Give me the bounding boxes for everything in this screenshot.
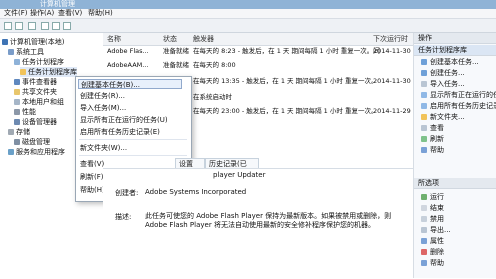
stop-icon bbox=[421, 205, 427, 211]
context-help[interactable]: 帮助(H) bbox=[80, 185, 105, 195]
context-create-basic-task[interactable]: 创建基本任务(B)... bbox=[78, 79, 182, 89]
refresh-icon bbox=[421, 136, 427, 142]
up-button[interactable] bbox=[28, 22, 36, 30]
context-view[interactable]: 查看(V) bbox=[80, 159, 104, 169]
menu-action[interactable]: 操作(A) bbox=[30, 9, 54, 18]
tree-item-system-tools[interactable]: 系统工具 bbox=[8, 47, 44, 57]
context-import-task[interactable]: 导入任务(M)... bbox=[80, 103, 126, 113]
menu-file[interactable]: 文件(F) bbox=[4, 9, 28, 18]
context-separator bbox=[79, 139, 187, 140]
tree-item-task-scheduler[interactable]: 任务计划程序 bbox=[14, 57, 64, 67]
disable-icon bbox=[421, 216, 427, 222]
tree-item-task-scheduler-library[interactable]: 任务计划程序库 bbox=[20, 67, 77, 77]
action-end[interactable]: 结束 bbox=[421, 203, 444, 213]
tree-item-users-groups[interactable]: 本地用户和组 bbox=[14, 97, 64, 107]
delete-icon bbox=[421, 249, 427, 255]
action-view[interactable]: 查看 bbox=[421, 123, 444, 133]
description-label: 描述: bbox=[115, 213, 132, 221]
column-header-trigger[interactable]: 触发器 bbox=[193, 33, 214, 45]
action-delete[interactable]: 删除 bbox=[421, 247, 444, 257]
tree-item-device-manager[interactable]: 设备管理器 bbox=[14, 117, 57, 127]
column-header-name[interactable]: 名称 bbox=[107, 33, 121, 45]
play-icon bbox=[421, 194, 427, 200]
back-button[interactable] bbox=[4, 22, 12, 30]
creator-value: Adobe Systems Incorporated bbox=[145, 188, 247, 196]
task-icon bbox=[421, 59, 427, 65]
menu-bar: 文件(F) 操作(A) 查看(V) 帮助(H) bbox=[0, 9, 496, 19]
toolbar bbox=[0, 19, 496, 33]
title-bar: 计算机管理 bbox=[0, 0, 496, 9]
tree-item-shared-folders[interactable]: 共享文件夹 bbox=[14, 87, 57, 97]
task-name-value: player Updater bbox=[213, 171, 266, 179]
actions-section-header: 任务计划程序库 bbox=[414, 45, 496, 56]
help-icon bbox=[421, 260, 427, 266]
forward-button[interactable] bbox=[15, 22, 23, 30]
task-icon bbox=[421, 70, 427, 76]
tab-settings[interactable]: 设置 bbox=[175, 158, 205, 168]
selected-item-header: 所选项 bbox=[414, 178, 496, 189]
task-detail-pane: player Updater 创建者: Adobe Systems Incorp… bbox=[103, 168, 413, 279]
description-text: 此任务可使您的 Adobe Flash Player 保持为最新版本。如果被禁用… bbox=[145, 212, 392, 229]
creator-label: 创建者: bbox=[115, 189, 139, 197]
export-icon bbox=[421, 227, 427, 233]
column-header-status[interactable]: 状态 bbox=[163, 33, 177, 45]
action-help[interactable]: 帮助 bbox=[421, 145, 444, 155]
actions-pane: 操作 任务计划程序库 创建基本任务... 创建任务... 导入任务... 显示所… bbox=[413, 33, 496, 278]
tree-item-disk-management[interactable]: 磁盘管理 bbox=[14, 137, 50, 147]
context-separator bbox=[79, 155, 187, 156]
actions-header: 操作 bbox=[414, 33, 496, 44]
tree-item-services-apps[interactable]: 服务和应用程序 bbox=[8, 147, 65, 157]
action-import[interactable]: 导入任务... bbox=[421, 79, 465, 89]
action-properties[interactable]: 属性 bbox=[421, 236, 444, 246]
folder-icon bbox=[421, 114, 427, 120]
help-button[interactable] bbox=[52, 22, 60, 30]
context-create-task[interactable]: 创建任务(R)... bbox=[80, 91, 125, 101]
menu-help[interactable]: 帮助(H) bbox=[88, 9, 113, 18]
show-hide-tree-button[interactable] bbox=[41, 22, 49, 30]
action-create-basic[interactable]: 创建基本任务... bbox=[421, 57, 479, 67]
action-help-selected[interactable]: 帮助 bbox=[421, 258, 444, 268]
action-enable-history[interactable]: 启用所有任务历史记录 bbox=[421, 101, 496, 111]
action-refresh[interactable]: 刷新 bbox=[421, 134, 444, 144]
tree-item-performance[interactable]: 性能 bbox=[14, 107, 36, 117]
tree-item-storage[interactable]: 存储 bbox=[8, 127, 30, 137]
action-disable[interactable]: 禁用 bbox=[421, 214, 444, 224]
menu-view[interactable]: 查看(V) bbox=[58, 9, 82, 18]
action-new-folder[interactable]: 新文件夹... bbox=[421, 112, 465, 122]
list-icon bbox=[421, 92, 427, 98]
import-icon bbox=[421, 81, 427, 87]
properties-icon bbox=[421, 238, 427, 244]
action-show-running[interactable]: 显示所有正在运行的任务 bbox=[421, 90, 496, 100]
context-show-running[interactable]: 显示所有正在运行的任务(U) bbox=[80, 115, 168, 125]
help-icon bbox=[421, 147, 427, 153]
view-icon bbox=[421, 125, 427, 131]
table-header: 名称 状态 触发器 下次运行时间 bbox=[103, 33, 413, 55]
context-new-folder[interactable]: 新文件夹(W)... bbox=[80, 143, 127, 153]
view-button[interactable] bbox=[63, 22, 71, 30]
action-export[interactable]: 导出... bbox=[421, 225, 451, 235]
context-refresh[interactable]: 刷新(F) bbox=[80, 172, 104, 182]
tree-item-event-viewer[interactable]: 事件查看器 bbox=[14, 77, 57, 87]
window-title: 计算机管理 bbox=[40, 0, 75, 8]
action-run[interactable]: 运行 bbox=[421, 192, 444, 202]
history-icon bbox=[421, 103, 427, 109]
action-create-task[interactable]: 创建任务... bbox=[421, 68, 465, 78]
context-enable-history[interactable]: 启用所有任务历史记录(E) bbox=[80, 127, 160, 137]
tree-item-root[interactable]: 计算机管理(本地) bbox=[2, 37, 64, 47]
tab-history[interactable]: 历史记录(已 bbox=[205, 158, 259, 168]
